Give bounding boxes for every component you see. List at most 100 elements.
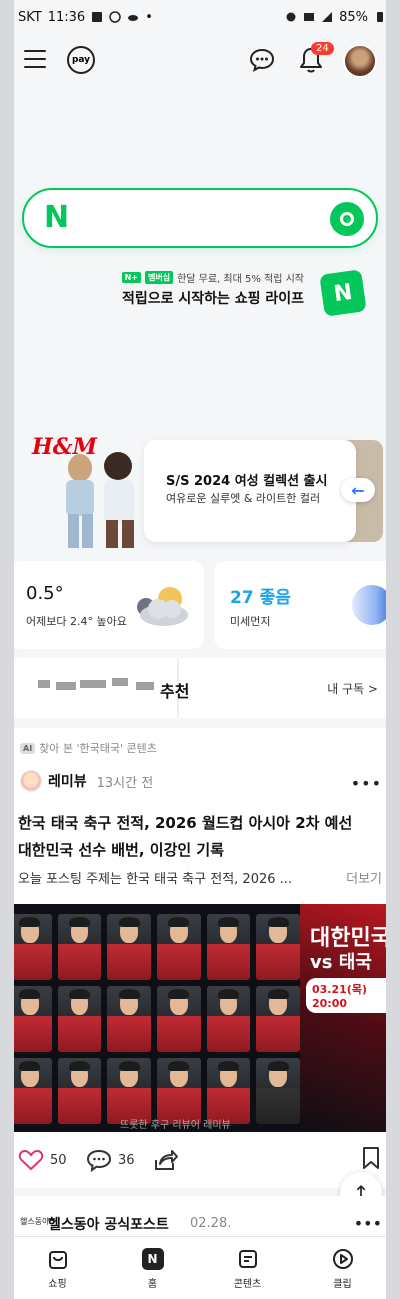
banner-prev-arrow-icon[interactable]: ← [341, 478, 375, 502]
nplus-badge: N+ [121, 272, 141, 283]
avatar[interactable] [343, 44, 377, 78]
read-more-link[interactable]: 더보기 [346, 868, 382, 887]
dust-value: 27 좋음 [230, 588, 291, 608]
player-photo [107, 1058, 151, 1124]
more-options-icon[interactable]: ••• [354, 1214, 382, 1233]
clock: 11:36 [47, 9, 86, 25]
app-screen: pay 24 N N+ 멤버십 한달 무료, 최대 5% 적립 시작 적립으로 … [14, 0, 386, 1299]
nav-clip[interactable]: 클립 [313, 1247, 373, 1290]
player-photo [157, 1058, 201, 1124]
redacted-area [18, 658, 178, 718]
comment-icon [86, 1149, 112, 1172]
dust-level-icon [352, 585, 386, 625]
player-photo [14, 986, 52, 1052]
dot-icon: • [145, 9, 153, 25]
chat-icon[interactable] [249, 47, 275, 73]
player-grid [14, 914, 300, 1124]
share-button[interactable] [152, 1148, 178, 1172]
post-snippet[interactable]: 오늘 포스팅 주제는 한국 태국 축구 전적, 2026 ... [18, 868, 318, 887]
home-icon-wrap: N [141, 1247, 165, 1271]
player-photo [157, 986, 201, 1052]
publisher-name[interactable]: 헬스동아 공식포스트 [48, 1214, 169, 1234]
nav-contents-label: 콘텐츠 [233, 1278, 262, 1290]
author-avatar[interactable] [20, 770, 42, 792]
player-photo [57, 1058, 102, 1124]
hm-ad-banner[interactable]: H&M S/S 2024 여성 컬렉션 출시 여유로운 실루엣 & 라이트한 컬… [14, 430, 386, 550]
player-photo [57, 914, 102, 980]
nav-contents[interactable]: 콘텐츠 [218, 1247, 278, 1290]
weather-card[interactable]: 0.5° 어제보다 2.4° 높아요 [14, 561, 204, 649]
promo-line2: 적립으로 시작하는 쇼핑 라이프 [121, 291, 304, 307]
menu-icon[interactable] [24, 50, 46, 70]
player-photo [256, 1058, 300, 1124]
post-image[interactable]: 대한민국 vs 태국 03.21(목) 20:00 뜨롯한 후구 리뷰어 레미뷰 [14, 904, 386, 1132]
more-options-icon[interactable]: ••• [351, 774, 382, 793]
my-subscription-link[interactable]: 내 구독 > [327, 680, 378, 697]
nav-shopping-label: 쇼핑 [48, 1278, 67, 1290]
contents-icon [238, 1249, 257, 1268]
image-footer: 뜨롯한 후구 리뷰어 레미뷰 [120, 1120, 231, 1131]
subscription-header: 추천 내 구독 > [14, 658, 386, 718]
fine-dust-card[interactable]: 27 좋음 미세먼지 [214, 561, 386, 649]
gallery-icon [92, 12, 103, 22]
player-photo [256, 914, 300, 980]
comment-button[interactable]: 36 [86, 1148, 135, 1172]
author-row[interactable]: 레미뷰 13시간 전 [20, 770, 153, 792]
ai-badge: AI [20, 742, 36, 754]
cloud-icon [128, 15, 139, 21]
recommend-title: 추천 [160, 682, 190, 701]
notification-badge: 24 [311, 42, 334, 55]
face-icon [109, 11, 121, 23]
weather-temp: 0.5° [26, 583, 64, 604]
shopping-bag-icon [48, 1250, 67, 1269]
ai-label: 찾아 본 '한국태국' 콘텐츠 [39, 742, 157, 755]
comment-count: 36 [118, 1152, 135, 1168]
player-photo [57, 986, 102, 1052]
bottom-navigation: 쇼핑 N 홈 콘텐츠 클립 [14, 1236, 386, 1299]
next-feed-card[interactable]: 헬스동아 헬스동아 공식포스트 02.28. ••• [14, 1196, 386, 1236]
shopping-promo[interactable]: N+ 멤버십 한달 무료, 최대 5% 적립 시작 적립으로 시작하는 쇼핑 라… [74, 269, 374, 320]
carrier-label: SKT [18, 9, 42, 25]
search-box[interactable]: N [22, 188, 378, 248]
player-photo [14, 1058, 52, 1124]
dust-label: 미세먼지 [230, 615, 271, 628]
publish-date: 02.28. [190, 1216, 232, 1231]
publisher-logo: 헬스동아 [20, 1217, 50, 1226]
nav-home[interactable]: N 홈 [123, 1247, 183, 1290]
promo-line-small: N+ 멤버십 한달 무료, 최대 5% 적립 시작 [121, 270, 304, 285]
nav-shopping[interactable]: 쇼핑 [28, 1247, 88, 1290]
player-photo [256, 986, 300, 1052]
player-photo [157, 914, 201, 980]
post-headline[interactable]: 한국 태국 축구 전적, 2026 월드컵 아시아 2차 예선 대한민국 선수 … [18, 810, 368, 864]
bookmark-icon[interactable] [362, 1146, 380, 1170]
battery-icon [377, 12, 383, 22]
5g-icon [304, 13, 315, 21]
top-bar: pay 24 [14, 34, 386, 90]
player-photo [14, 914, 52, 980]
like-button[interactable]: 50 [18, 1148, 67, 1172]
alarm-icon [286, 12, 296, 22]
pay-button[interactable]: pay [67, 46, 95, 74]
player-photo [107, 914, 151, 980]
models-image [66, 452, 134, 548]
banner-subtitle: 여유로운 실루엣 & 라이트한 컬러 [166, 492, 321, 505]
banner-title: S/S 2024 여성 컬렉션 출시 [166, 474, 328, 489]
post-time: 13시간 전 [96, 775, 154, 791]
weather-compare: 어제보다 2.4° 높아요 [26, 615, 127, 628]
author-name[interactable]: 레미뷰 [48, 771, 87, 791]
play-icon [332, 1248, 353, 1269]
nav-clip-label: 클립 [333, 1278, 352, 1290]
action-row: 50 36 [14, 1142, 386, 1182]
shopping-bag-icon: N [319, 269, 367, 317]
signal-icon [322, 12, 333, 22]
lens-icon [340, 212, 354, 226]
feed-card: AI 찾아 본 '한국태국' 콘텐츠 레미뷰 13시간 전 ••• 한국 태국 … [14, 728, 386, 1188]
green-dot-lens-button[interactable] [330, 202, 364, 236]
cloud-moon-icon [137, 587, 188, 626]
like-count: 50 [50, 1152, 67, 1168]
nav-home-label: 홈 [147, 1278, 158, 1290]
status-bar: SKT 11:36 • 85% [0, 0, 400, 34]
membership-badge: 멤버십 [144, 271, 174, 284]
player-photo [107, 986, 151, 1052]
home-n-icon: N [141, 1247, 164, 1270]
